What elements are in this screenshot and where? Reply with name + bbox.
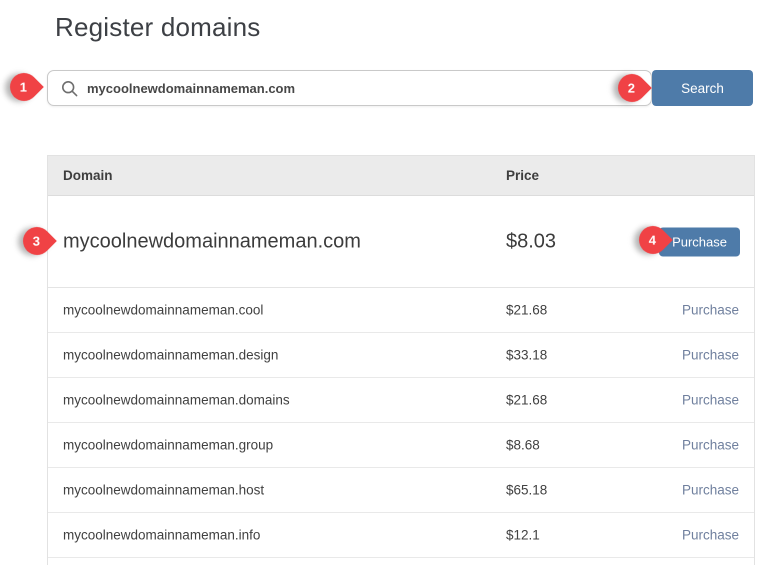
table-row: mycoolnewdomainnameman.design $33.18 Pur… (48, 333, 754, 378)
domain-name: mycoolnewdomainnameman.domains (63, 393, 290, 408)
search-icon (61, 80, 78, 97)
page-title: Register domains (55, 12, 261, 43)
table-header-row: Domain Price (48, 156, 754, 196)
purchase-link[interactable]: Purchase (682, 393, 739, 408)
domain-name: mycoolnewdomainnameman.info (63, 528, 260, 543)
domain-price: $8.68 (506, 438, 540, 453)
domain-results-table: Domain Price mycoolnewdomainnameman.com … (47, 155, 755, 565)
search-button[interactable]: Search (652, 70, 753, 106)
purchase-link[interactable]: Purchase (682, 348, 739, 363)
table-row: mycoolnewdomainnameman.domains $21.68 Pu… (48, 378, 754, 423)
purchase-link[interactable]: Purchase (682, 303, 739, 318)
purchase-link[interactable]: Purchase (682, 438, 739, 453)
domain-search-box[interactable] (47, 70, 652, 106)
annotation-marker-label: 3 (33, 233, 40, 248)
annotation-marker-1: 1 (4, 67, 44, 107)
purchase-link[interactable]: Purchase (682, 483, 739, 498)
domain-price: $21.68 (506, 303, 547, 318)
domain-name: mycoolnewdomainnameman.group (63, 438, 273, 453)
domain-name: mycoolnewdomainnameman.host (63, 483, 264, 498)
domain-name: mycoolnewdomainnameman.cool (63, 303, 263, 318)
table-row: mycoolnewdomainnameman.info $12.1 Purcha… (48, 513, 754, 558)
annotation-marker-label: 2 (628, 80, 635, 95)
annotation-marker-label: 4 (649, 232, 656, 247)
domain-column-header: Domain (63, 156, 113, 195)
exact-match-price: $8.03 (506, 230, 556, 253)
domain-price: $12.1 (506, 528, 540, 543)
domain-name: mycoolnewdomainnameman.design (63, 348, 278, 363)
purchase-link[interactable]: Purchase (682, 528, 739, 543)
search-input[interactable] (87, 81, 651, 96)
register-domains-page: Register domains Search Domain Price myc… (0, 0, 778, 565)
price-column-header: Price (506, 156, 539, 195)
annotation-marker-label: 1 (20, 79, 27, 94)
table-row: mycoolnewdomainnameman.host $65.18 Purch… (48, 468, 754, 513)
table-row: mycoolnewdomainnameman.group $8.68 Purch… (48, 423, 754, 468)
exact-match-domain: mycoolnewdomainnameman.com (63, 230, 361, 253)
domain-price: $65.18 (506, 483, 547, 498)
domain-price: $33.18 (506, 348, 547, 363)
table-row: mycoolnewdomainnameman.cool $21.68 Purch… (48, 288, 754, 333)
domain-price: $21.68 (506, 393, 547, 408)
